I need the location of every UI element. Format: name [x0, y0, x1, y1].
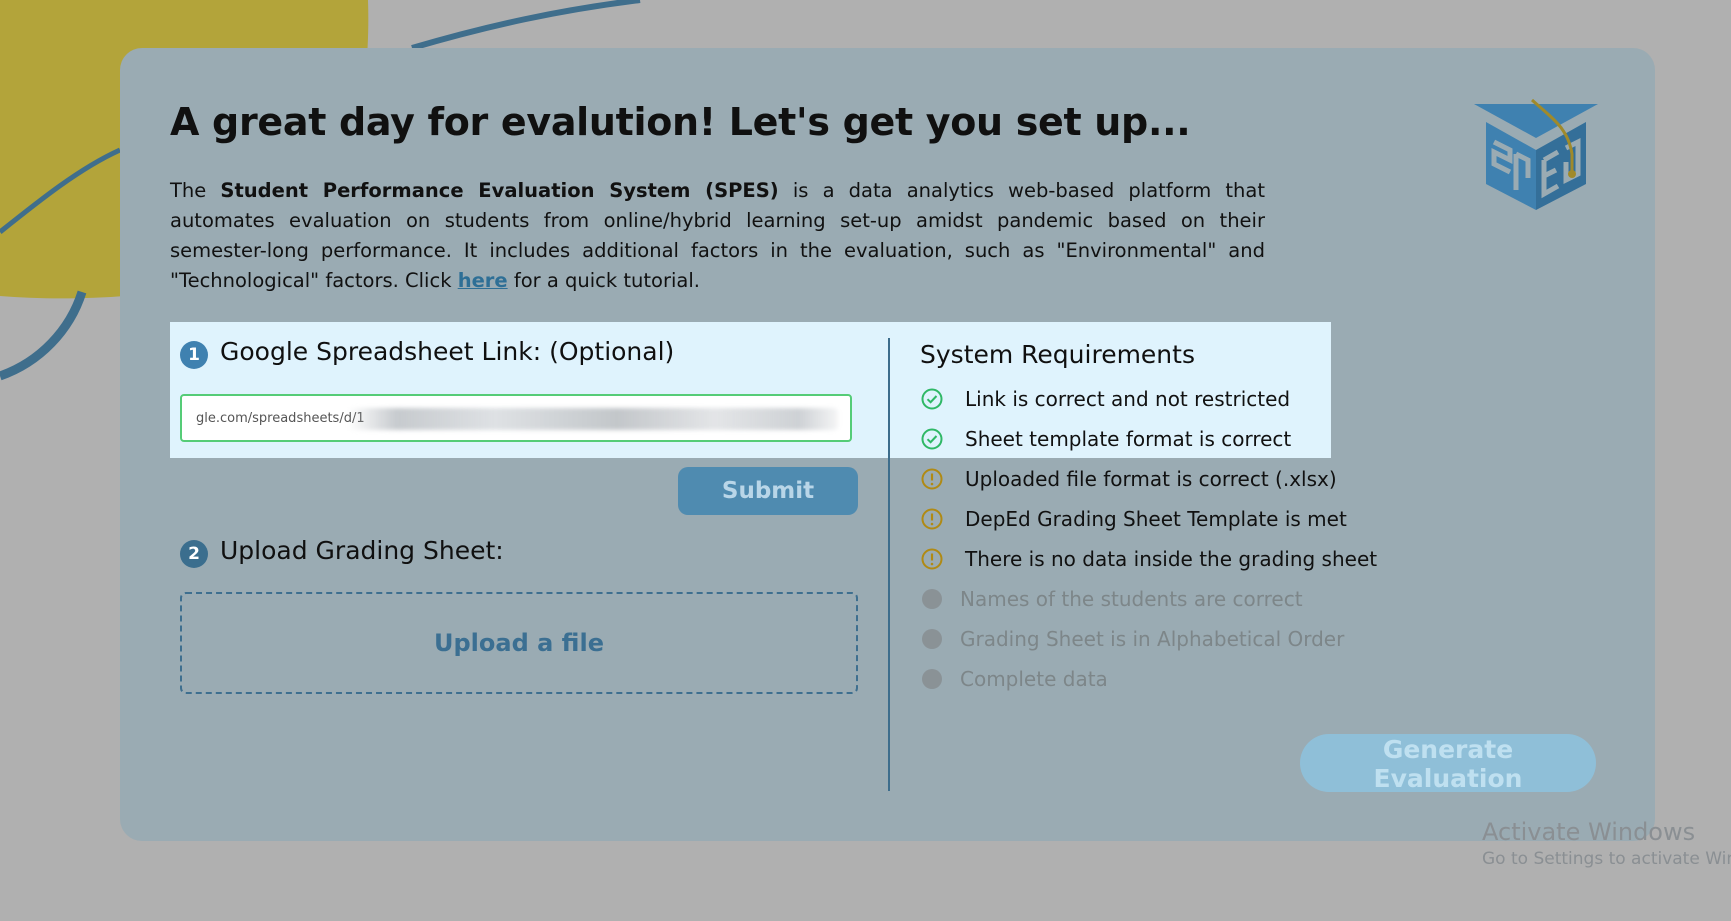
- requirement-label: Sheet template format is correct: [965, 427, 1292, 451]
- exclamation-circle-icon: [920, 547, 944, 571]
- requirement-label: DepEd Grading Sheet Template is met: [965, 507, 1347, 531]
- requirement-item: Sheet template format is correct: [920, 419, 1377, 459]
- upload-dropzone[interactable]: Upload a file: [180, 592, 858, 694]
- system-name: Student Performance Evaluation System (S…: [220, 179, 779, 202]
- step-1-badge: 1: [180, 341, 208, 369]
- submit-button[interactable]: Submit: [678, 467, 858, 515]
- watermark-subtitle: Go to Settings to activate Wind: [1482, 849, 1731, 869]
- redacted-link-blur: [348, 408, 838, 430]
- requirements-list: Link is correct and not restricted Sheet…: [920, 379, 1377, 699]
- requirement-label: Complete data: [960, 667, 1108, 691]
- page-title: A great day for evalution! Let's get you…: [170, 100, 1191, 144]
- gray-dot-icon: [920, 627, 944, 651]
- gray-dot-icon: [920, 667, 944, 691]
- requirement-label: Names of the students are correct: [960, 587, 1303, 611]
- step-2-label: Upload Grading Sheet:: [220, 536, 504, 565]
- tutorial-link[interactable]: here: [458, 269, 508, 292]
- requirement-item: There is no data inside the grading shee…: [920, 539, 1377, 579]
- exclamation-circle-icon: [920, 467, 944, 491]
- gray-dot-icon: [920, 587, 944, 611]
- watermark-title: Activate Windows: [1482, 818, 1696, 846]
- check-circle-icon: [920, 387, 944, 411]
- requirement-label: Uploaded file format is correct (.xlsx): [965, 467, 1337, 491]
- requirement-item: Names of the students are correct: [920, 579, 1377, 619]
- requirement-item: Uploaded file format is correct (.xlsx): [920, 459, 1377, 499]
- intro-text-suffix: for a quick tutorial.: [507, 269, 700, 292]
- requirement-item: Grading Sheet is in Alphabetical Order: [920, 619, 1377, 659]
- requirement-item: DepEd Grading Sheet Template is met: [920, 499, 1377, 539]
- generate-evaluation-button[interactable]: Generate Evaluation: [1300, 734, 1596, 793]
- spes-logo-icon: [1474, 98, 1598, 210]
- intro-text-prefix: The: [170, 179, 221, 202]
- requirement-item: Link is correct and not restricted: [920, 379, 1377, 419]
- exclamation-circle-icon: [920, 507, 944, 531]
- step-2-badge: 2: [180, 540, 208, 568]
- column-divider: [888, 338, 890, 791]
- intro-paragraph: The Student Performance Evaluation Syste…: [170, 176, 1265, 296]
- requirements-title: System Requirements: [920, 340, 1195, 369]
- activate-windows-watermark: Activate Windows Go to Settings to activ…: [1482, 816, 1731, 870]
- step-1-label: Google Spreadsheet Link: (Optional): [220, 337, 675, 366]
- requirement-item: Complete data: [920, 659, 1377, 699]
- requirement-label: Link is correct and not restricted: [965, 387, 1291, 411]
- setup-card: A great day for evalution! Let's get you…: [120, 48, 1655, 841]
- upload-file-label: Upload a file: [434, 629, 604, 657]
- check-circle-icon: [920, 427, 944, 451]
- requirement-label: Grading Sheet is in Alphabetical Order: [960, 627, 1345, 651]
- requirement-label: There is no data inside the grading shee…: [965, 547, 1378, 571]
